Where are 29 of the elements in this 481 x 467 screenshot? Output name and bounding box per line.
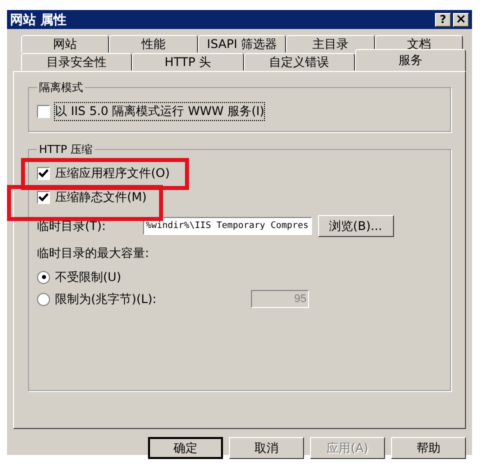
tab[interactable]: 性能: [109, 35, 198, 53]
group-title: 隔离模式: [38, 80, 84, 95]
section-label: 临时目录的最大容量:: [37, 245, 150, 262]
tab[interactable]: 目录安全性: [21, 53, 132, 71]
help-button[interactable]: ?: [435, 12, 451, 26]
group-title: HTTP 压缩: [38, 142, 94, 157]
input-field[interactable]: %windir%\IIS Temporary Compres: [143, 217, 312, 235]
checkbox-label: 压缩静态文件(M): [55, 188, 147, 206]
radio-button[interactable]: [37, 292, 50, 306]
radio-label: 限制为(兆字节)(L):: [55, 290, 156, 308]
tab[interactable]: ISAPI 筛选器: [198, 35, 286, 53]
tab[interactable]: HTTP 头: [132, 53, 244, 71]
browse-button[interactable]: 浏览(B)...: [318, 215, 394, 237]
tab[interactable]: 自定义错误: [244, 53, 355, 71]
close-button[interactable]: ×: [453, 12, 469, 26]
checkbox-label: 以 IIS 5.0 隔离模式运行 WWW 服务(I): [55, 102, 264, 120]
checkbox[interactable]: [37, 104, 50, 118]
tab[interactable]: 主目录: [286, 35, 375, 53]
window-title: 网站 属性: [10, 12, 67, 28]
dialog-button[interactable]: 帮助: [391, 437, 466, 459]
dialog-button[interactable]: 确定: [148, 437, 223, 459]
dialog-button[interactable]: 取消: [229, 437, 304, 459]
radio-label: 不受限制(U): [55, 268, 122, 286]
tab[interactable]: 服务: [354, 49, 466, 71]
checkbox[interactable]: [37, 166, 50, 180]
tab[interactable]: 网站: [21, 35, 110, 53]
checkbox[interactable]: [37, 190, 50, 204]
radio-button[interactable]: [37, 270, 50, 284]
checkbox-label: 压缩应用程序文件(O): [55, 164, 170, 182]
